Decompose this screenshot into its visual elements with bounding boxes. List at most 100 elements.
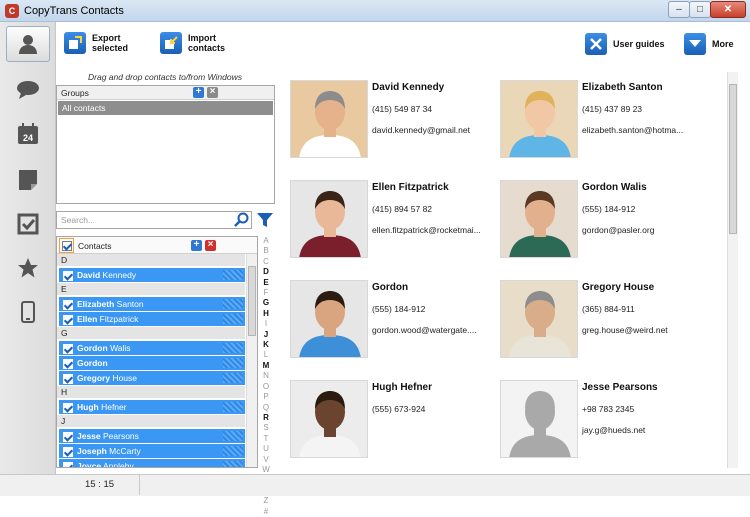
alphabet-letter[interactable]: V — [260, 455, 272, 465]
row-drag-handle[interactable] — [223, 314, 243, 324]
add-group-button[interactable]: + — [193, 87, 204, 98]
nav-calendar[interactable]: 24 — [6, 116, 50, 152]
nav-device[interactable] — [6, 294, 50, 330]
contact-card[interactable]: Gordon (555) 184-912 gordon.wood@watergate… — [290, 280, 495, 365]
contact-checkbox[interactable] — [63, 446, 73, 457]
delete-contact-button[interactable]: × — [205, 240, 216, 251]
contact-last-name: Appleby — [101, 461, 134, 468]
contact-checkbox[interactable] — [63, 431, 73, 442]
alphabet-letter[interactable]: P — [260, 392, 272, 402]
export-selected-button[interactable]: Export selected — [64, 32, 138, 54]
note-icon — [19, 170, 37, 190]
filter-icon[interactable] — [256, 212, 274, 228]
cards-scrollbar[interactable] — [727, 72, 738, 468]
contact-row[interactable]: Ellen Fitzpatrick — [59, 312, 245, 326]
contact-checkbox[interactable] — [63, 373, 73, 384]
speech-bubble-icon — [17, 81, 39, 99]
contact-phone: (555) 184-912 — [582, 204, 636, 214]
alphabet-letter[interactable]: U — [260, 444, 272, 454]
alphabet-letter[interactable]: M — [260, 361, 272, 371]
nav-contacts[interactable] — [6, 26, 50, 62]
alphabet-letter[interactable]: # — [260, 507, 272, 517]
contacts-scroll-thumb[interactable] — [248, 266, 256, 336]
contact-rows: D David Kennedy E Elizabeth Santon Ellen Fit… — [57, 254, 257, 468]
contact-row[interactable]: Joseph McCarty — [59, 444, 245, 458]
group-item-all-contacts[interactable]: All contacts — [58, 101, 273, 115]
alphabet-letter[interactable]: B — [260, 246, 272, 256]
contact-card[interactable]: David Kennedy (415) 549 87 34 david.kenned… — [290, 80, 495, 165]
search-icon[interactable] — [234, 212, 250, 228]
contact-checkbox[interactable] — [63, 270, 73, 281]
contact-first-name: Ellen — [77, 314, 98, 324]
nav-tasks[interactable] — [6, 206, 50, 242]
more-button[interactable]: More — [684, 33, 742, 55]
contact-email: gordon.wood@watergate.... — [372, 325, 477, 335]
contact-checkbox[interactable] — [63, 343, 73, 354]
close-button[interactable]: ✕ — [710, 1, 746, 18]
alphabet-letter[interactable]: D — [260, 267, 272, 277]
row-drag-handle[interactable] — [223, 270, 243, 280]
contact-card[interactable]: Elizabeth Santon (415) 437 89 23 elizabeth… — [500, 80, 705, 165]
row-drag-handle[interactable] — [223, 461, 243, 467]
alphabet-letter[interactable]: Q — [260, 403, 272, 413]
contact-card[interactable]: Jesse Pearsons +98 783 2345 jay.g@hueds.ne… — [500, 380, 705, 465]
contact-card[interactable]: Gordon Walis (555) 184-912 gordon@pasler.o… — [500, 180, 705, 265]
remove-group-button[interactable]: × — [207, 87, 218, 98]
cards-scroll-thumb[interactable] — [729, 84, 737, 234]
contact-row[interactable]: Gregory House — [59, 371, 245, 385]
alphabet-letter[interactable]: C — [260, 257, 272, 267]
alphabet-letter[interactable]: A — [260, 236, 272, 246]
alphabet-letter[interactable]: I — [260, 319, 272, 329]
search-input[interactable]: Search... — [56, 211, 252, 229]
add-contact-button[interactable]: + — [191, 240, 202, 251]
contact-last-name: Kennedy — [100, 270, 137, 280]
alphabet-letter[interactable]: L — [260, 350, 272, 360]
row-drag-handle[interactable] — [223, 446, 243, 456]
contact-card[interactable]: Gregory House (365) 884-911 greg.house@wei… — [500, 280, 705, 365]
alphabet-letter[interactable]: H — [260, 309, 272, 319]
contact-photo — [290, 280, 368, 358]
minimize-button[interactable]: – — [668, 1, 690, 18]
contact-checkbox[interactable] — [63, 314, 73, 325]
contact-row[interactable]: Elizabeth Santon — [59, 297, 245, 311]
alphabet-letter[interactable]: F — [260, 288, 272, 298]
nav-favorites[interactable] — [6, 250, 50, 286]
contact-row[interactable]: Hugh Hefner — [59, 400, 245, 414]
alphabet-letter[interactable]: N — [260, 371, 272, 381]
alphabet-letter[interactable]: K — [260, 340, 272, 350]
row-drag-handle[interactable] — [223, 358, 243, 368]
nav-messages[interactable] — [6, 72, 50, 108]
select-all-checkbox[interactable] — [59, 238, 74, 253]
contacts-scrollbar[interactable] — [246, 254, 257, 467]
row-drag-handle[interactable] — [223, 402, 243, 412]
contact-card[interactable]: Ellen Fitzpatrick (415) 894 57 82 ellen.fi… — [290, 180, 495, 265]
contact-row[interactable]: David Kennedy — [59, 268, 245, 282]
row-drag-handle[interactable] — [223, 373, 243, 383]
import-contacts-button[interactable]: Import contacts — [160, 32, 234, 54]
alphabet-letter[interactable]: S — [260, 423, 272, 433]
contact-card[interactable]: Hugh Hefner (555) 673-924 — [290, 380, 495, 465]
contact-row[interactable]: Joyce Appleby — [59, 459, 245, 468]
alphabet-letter[interactable]: E — [260, 278, 272, 288]
contact-row[interactable]: Gordon — [59, 356, 245, 370]
alphabet-letter[interactable]: Z — [260, 496, 272, 506]
user-guides-button[interactable]: User guides — [585, 33, 673, 55]
alphabet-letter[interactable]: G — [260, 298, 272, 308]
contact-checkbox[interactable] — [63, 402, 73, 413]
alphabet-letter[interactable]: R — [260, 413, 272, 423]
alphabet-letter[interactable]: J — [260, 330, 272, 340]
contact-row[interactable]: Gordon Walis — [59, 341, 245, 355]
contact-checkbox[interactable] — [63, 461, 73, 467]
contact-name: Gordon Walis — [582, 182, 647, 193]
contact-checkbox[interactable] — [63, 299, 73, 310]
row-drag-handle[interactable] — [223, 299, 243, 309]
contact-row[interactable]: Jesse Pearsons — [59, 429, 245, 443]
row-drag-handle[interactable] — [223, 431, 243, 441]
alphabet-letter[interactable]: T — [260, 434, 272, 444]
contact-checkbox[interactable] — [63, 358, 73, 369]
nav-notes[interactable] — [6, 162, 50, 198]
alphabet-letter[interactable]: O — [260, 382, 272, 392]
maximize-button[interactable]: □ — [689, 1, 711, 18]
row-drag-handle[interactable] — [223, 343, 243, 353]
contact-photo — [500, 380, 578, 458]
